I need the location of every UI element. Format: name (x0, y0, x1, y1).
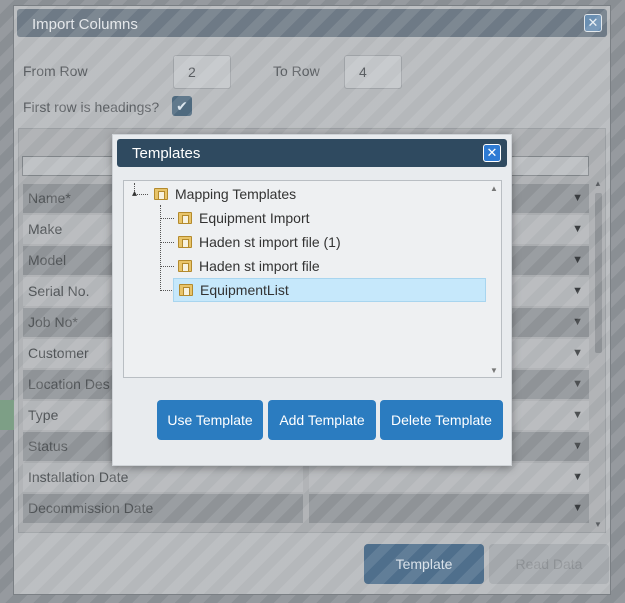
grid-scrollbar[interactable]: ▲ ▼ (592, 179, 604, 529)
chevron-down-icon: ▼ (572, 316, 583, 328)
folder-icon (179, 284, 193, 296)
templates-titlebar: Templates ✕ (117, 139, 507, 167)
to-row-label: To Row (273, 63, 320, 79)
chevron-down-icon: ▼ (572, 285, 583, 297)
chevron-down-icon: ▼ (572, 223, 583, 235)
templates-modal: Templates ✕ ▴ Mapping Templates Equipmen… (112, 134, 512, 466)
scroll-up-icon[interactable]: ▲ (490, 184, 498, 193)
scroll-thumb[interactable] (595, 193, 602, 353)
tree-scrollbar[interactable]: ▲ ▼ (487, 181, 501, 377)
tree-connector (160, 242, 174, 243)
tree-root-node[interactable]: Mapping Templates (154, 183, 296, 205)
mapping-row-name: Decommission Date (23, 494, 303, 523)
use-template-button[interactable]: Use Template (157, 400, 263, 440)
chevron-down-icon: ▼ (572, 378, 583, 390)
mapping-row: Decommission Date ▼ (23, 494, 589, 523)
tree-connector (160, 266, 174, 267)
read-data-button[interactable]: Read Data (489, 544, 609, 584)
tree-node[interactable]: Haden st import file (178, 255, 320, 277)
template-tree: ▴ Mapping Templates Equipment Import Had… (123, 180, 502, 378)
tree-node-label: Mapping Templates (175, 186, 297, 202)
templates-title: Templates (132, 145, 201, 162)
scroll-down-icon[interactable]: ▼ (594, 520, 602, 529)
template-button[interactable]: Template (364, 544, 484, 584)
first-row-headings-label: First row is headings? (23, 99, 160, 115)
chevron-down-icon: ▼ (572, 192, 583, 204)
chevron-down-icon: ▼ (572, 409, 583, 421)
close-icon[interactable]: ✕ (584, 14, 602, 32)
tree-node-label: Equipment Import (199, 210, 310, 226)
tree-connector (160, 290, 174, 291)
chevron-down-icon: ▼ (572, 347, 583, 359)
folder-icon (178, 212, 192, 224)
tree-node-selected[interactable]: EquipmentList (173, 278, 486, 302)
add-template-button[interactable]: Add Template (268, 400, 376, 440)
import-columns-title: Import Columns (32, 16, 138, 33)
scroll-down-icon[interactable]: ▼ (490, 366, 498, 375)
collapse-icon[interactable]: ▴ (132, 183, 137, 205)
from-row-input[interactable]: 2 (173, 55, 231, 89)
close-icon[interactable]: ✕ (483, 144, 501, 162)
side-accent (0, 400, 14, 430)
folder-icon (178, 260, 192, 272)
tree-node[interactable]: Haden st import file (1) (178, 231, 341, 253)
tree-node-label: EquipmentList (200, 282, 289, 298)
chevron-down-icon: ▼ (572, 502, 583, 514)
delete-template-button[interactable]: Delete Template (380, 400, 503, 440)
mapping-row-select[interactable]: ▼ (309, 463, 589, 492)
mapping-row: Installation Date ▼ (23, 463, 589, 492)
mapping-row-select[interactable]: ▼ (309, 494, 589, 523)
folder-icon (154, 188, 168, 200)
chevron-down-icon: ▼ (572, 440, 583, 452)
folder-icon (178, 236, 192, 248)
tree-node-label: Haden st import file (199, 258, 320, 274)
checkmark-icon: ✔ (176, 98, 188, 114)
first-row-headings-checkbox[interactable]: ✔ (172, 96, 192, 116)
tree-node-label: Haden st import file (1) (199, 234, 341, 250)
chevron-down-icon: ▼ (572, 254, 583, 266)
mapping-row-name: Installation Date (23, 463, 303, 492)
tree-connector (160, 218, 174, 219)
from-row-label: From Row (23, 63, 88, 79)
scroll-up-icon[interactable]: ▲ (594, 179, 602, 188)
to-row-input[interactable]: 4 (344, 55, 402, 89)
tree-node[interactable]: Equipment Import (178, 207, 310, 229)
import-columns-titlebar: Import Columns ✕ (17, 9, 607, 37)
chevron-down-icon: ▼ (572, 471, 583, 483)
